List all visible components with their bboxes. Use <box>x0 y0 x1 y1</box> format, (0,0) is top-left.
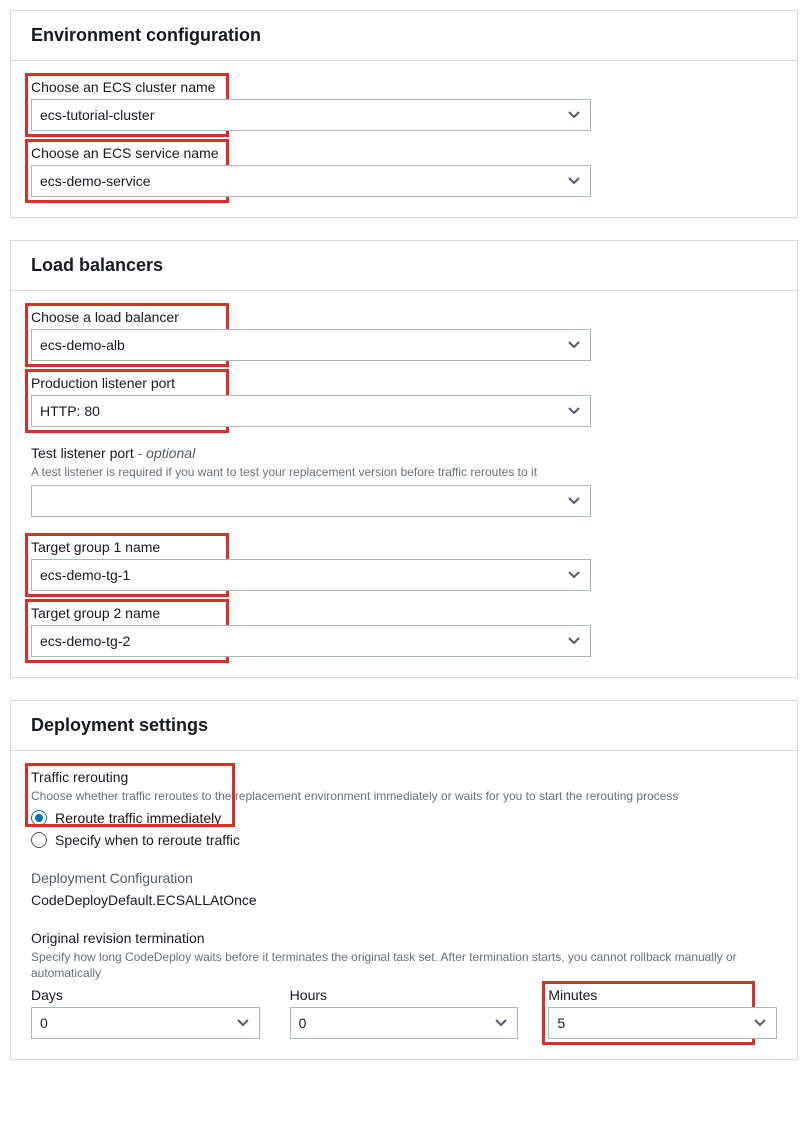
radio-checked-icon <box>31 810 47 826</box>
minutes-select[interactable]: 5 <box>548 1007 777 1039</box>
traffic-rerouting-hint: Choose whether traffic reroutes to the r… <box>31 789 777 805</box>
prod-port-label: Production listener port <box>31 375 777 391</box>
days-label: Days <box>31 987 260 1003</box>
deploy-config-label: Deployment Configuration <box>31 870 777 886</box>
dropdown-caret-icon <box>568 407 580 415</box>
minutes-label: Minutes <box>548 987 777 1003</box>
dropdown-caret-icon <box>568 341 580 349</box>
hours-label: Hours <box>290 987 519 1003</box>
cluster-name-select[interactable]: ecs-tutorial-cluster <box>31 99 591 131</box>
cluster-name-label: Choose an ECS cluster name <box>31 79 777 95</box>
test-port-hint: A test listener is required if you want … <box>31 465 777 481</box>
dropdown-caret-icon <box>568 177 580 185</box>
test-port-label: Test listener port - optional <box>31 445 777 461</box>
tg2-select[interactable]: ecs-demo-tg-2 <box>31 625 591 657</box>
days-select[interactable]: 0 <box>31 1007 260 1039</box>
tg1-label: Target group 1 name <box>31 539 777 555</box>
term-hint: Specify how long CodeDeploy waits before… <box>31 950 777 981</box>
lb-panel-title: Load balancers <box>11 241 797 291</box>
reroute-immediately-radio[interactable]: Reroute traffic immediately <box>31 810 777 826</box>
dropdown-caret-icon <box>568 571 580 579</box>
service-name-label: Choose an ECS service name <box>31 145 777 161</box>
load-balancers-panel: Load balancers Choose a load balancer ec… <box>10 240 798 678</box>
hours-select[interactable]: 0 <box>290 1007 519 1039</box>
deploy-panel-title: Deployment settings <box>11 701 797 751</box>
load-balancer-label: Choose a load balancer <box>31 309 777 325</box>
service-name-select[interactable]: ecs-demo-service <box>31 165 591 197</box>
test-port-select[interactable] <box>31 485 591 517</box>
deploy-config-value: CodeDeployDefault.ECSALLAtOnce <box>31 892 777 908</box>
prod-port-select[interactable]: HTTP: 80 <box>31 395 591 427</box>
load-balancer-select[interactable]: ecs-demo-alb <box>31 329 591 361</box>
dropdown-caret-icon <box>754 1019 766 1027</box>
tg1-select[interactable]: ecs-demo-tg-1 <box>31 559 591 591</box>
dropdown-caret-icon <box>568 637 580 645</box>
dropdown-caret-icon <box>237 1019 249 1027</box>
term-title: Original revision termination <box>31 930 777 946</box>
dropdown-caret-icon <box>495 1019 507 1027</box>
reroute-specify-radio[interactable]: Specify when to reroute traffic <box>31 832 777 848</box>
radio-unchecked-icon <box>31 832 47 848</box>
deployment-settings-panel: Deployment settings Traffic rerouting Ch… <box>10 700 798 1061</box>
traffic-rerouting-title: Traffic rerouting <box>31 769 777 785</box>
dropdown-caret-icon <box>568 111 580 119</box>
environment-configuration-panel: Environment configuration Choose an ECS … <box>10 10 798 218</box>
env-panel-title: Environment configuration <box>11 11 797 61</box>
tg2-label: Target group 2 name <box>31 605 777 621</box>
dropdown-caret-icon <box>568 497 580 505</box>
